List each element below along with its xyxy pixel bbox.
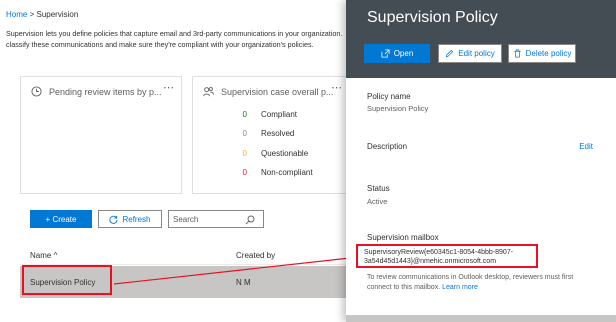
panel-header: Supervision Policy Open Edit policy Dele… [346,0,616,78]
mailbox-note: To review communications in Outlook desk… [367,273,597,293]
stat-value: 0 [242,149,247,158]
edit-policy-button-label: Edit policy [458,49,495,58]
description-edit-link[interactable]: Edit [579,142,593,151]
learn-more-link[interactable]: Learn more [442,284,478,291]
clock-icon [31,86,42,97]
status-label: Status [367,184,390,193]
pending-review-card[interactable]: Pending review items by p... ⋯ [20,76,182,194]
create-button[interactable]: + Create [30,210,92,228]
intro-line-2: classify these communications and make s… [6,40,314,49]
pencil-icon [446,49,454,58]
breadcrumb: Home > Supervision [6,10,78,19]
policy-name-label: Policy name [367,92,411,101]
case-overall-card[interactable]: Supervision case overall p... ⋯ 0 Compli… [192,76,352,194]
case-overall-card-header: Supervision case overall p... [203,86,334,97]
status-value: Active [367,197,388,206]
stat-label: Compliant [261,110,298,119]
intro-line-1: Supervision lets you define policies tha… [6,29,344,38]
refresh-button-label: Refresh [122,214,151,224]
stat-label: Non-compliant [261,168,313,177]
stat-label: Resolved [261,129,295,138]
breadcrumb-current: Supervision [36,10,79,19]
open-button-label: Open [393,49,414,58]
stat-resolved: 0 Resolved [217,129,295,138]
search-icon [245,215,255,225]
stat-value: 0 [242,168,247,177]
annotation-highlight-row [22,265,112,295]
column-header-name[interactable]: Name ^ [30,251,57,260]
intro-text: Supervision lets you define policies tha… [6,28,344,50]
stat-label: Questionable [261,149,309,158]
delete-policy-button-label: Delete policy [525,49,572,58]
stat-compliant: 0 Compliant [217,110,297,119]
row-created-by: N M [236,278,251,287]
mailbox-label: Supervision mailbox [367,233,439,242]
breadcrumb-home-link[interactable]: Home [6,10,27,19]
more-options-icon[interactable]: ⋯ [331,81,343,94]
delete-policy-button[interactable]: Delete policy [508,44,576,63]
stat-non-compliant: 0 Non-compliant [217,168,313,177]
pending-review-card-header: Pending review items by p... [31,86,162,97]
stat-questionable: 0 Questionable [217,149,309,158]
policy-details-panel: Supervision Policy Open Edit policy Dele… [346,0,616,322]
stat-value: 0 [242,110,247,119]
case-overall-card-title: Supervision case overall p... [221,86,334,97]
search-input[interactable]: Search [168,210,264,228]
stat-value: 0 [242,129,247,138]
more-options-icon[interactable]: ⋯ [163,81,175,94]
refresh-icon [109,215,118,224]
policy-name-value: Supervision Policy [367,104,429,113]
annotation-highlight-mailbox: SupervisoryReview{e60345c1-8054-4bbb-890… [356,244,538,268]
mailbox-value: SupervisoryReview{e60345c1-8054-4bbb-890… [364,249,514,265]
open-icon [381,49,390,58]
open-button[interactable]: Open [364,44,430,63]
search-placeholder: Search [173,215,199,224]
description-label: Description [367,142,408,151]
edit-policy-button[interactable]: Edit policy [438,44,502,63]
people-icon [203,87,214,97]
refresh-button[interactable]: Refresh [98,210,162,228]
column-header-created-by[interactable]: Created by [236,251,275,260]
panel-title: Supervision Policy [367,9,498,26]
pending-review-card-title: Pending review items by p... [49,86,162,97]
trash-icon [513,49,521,58]
breadcrumb-separator: > [29,10,35,19]
panel-footer [346,315,616,322]
